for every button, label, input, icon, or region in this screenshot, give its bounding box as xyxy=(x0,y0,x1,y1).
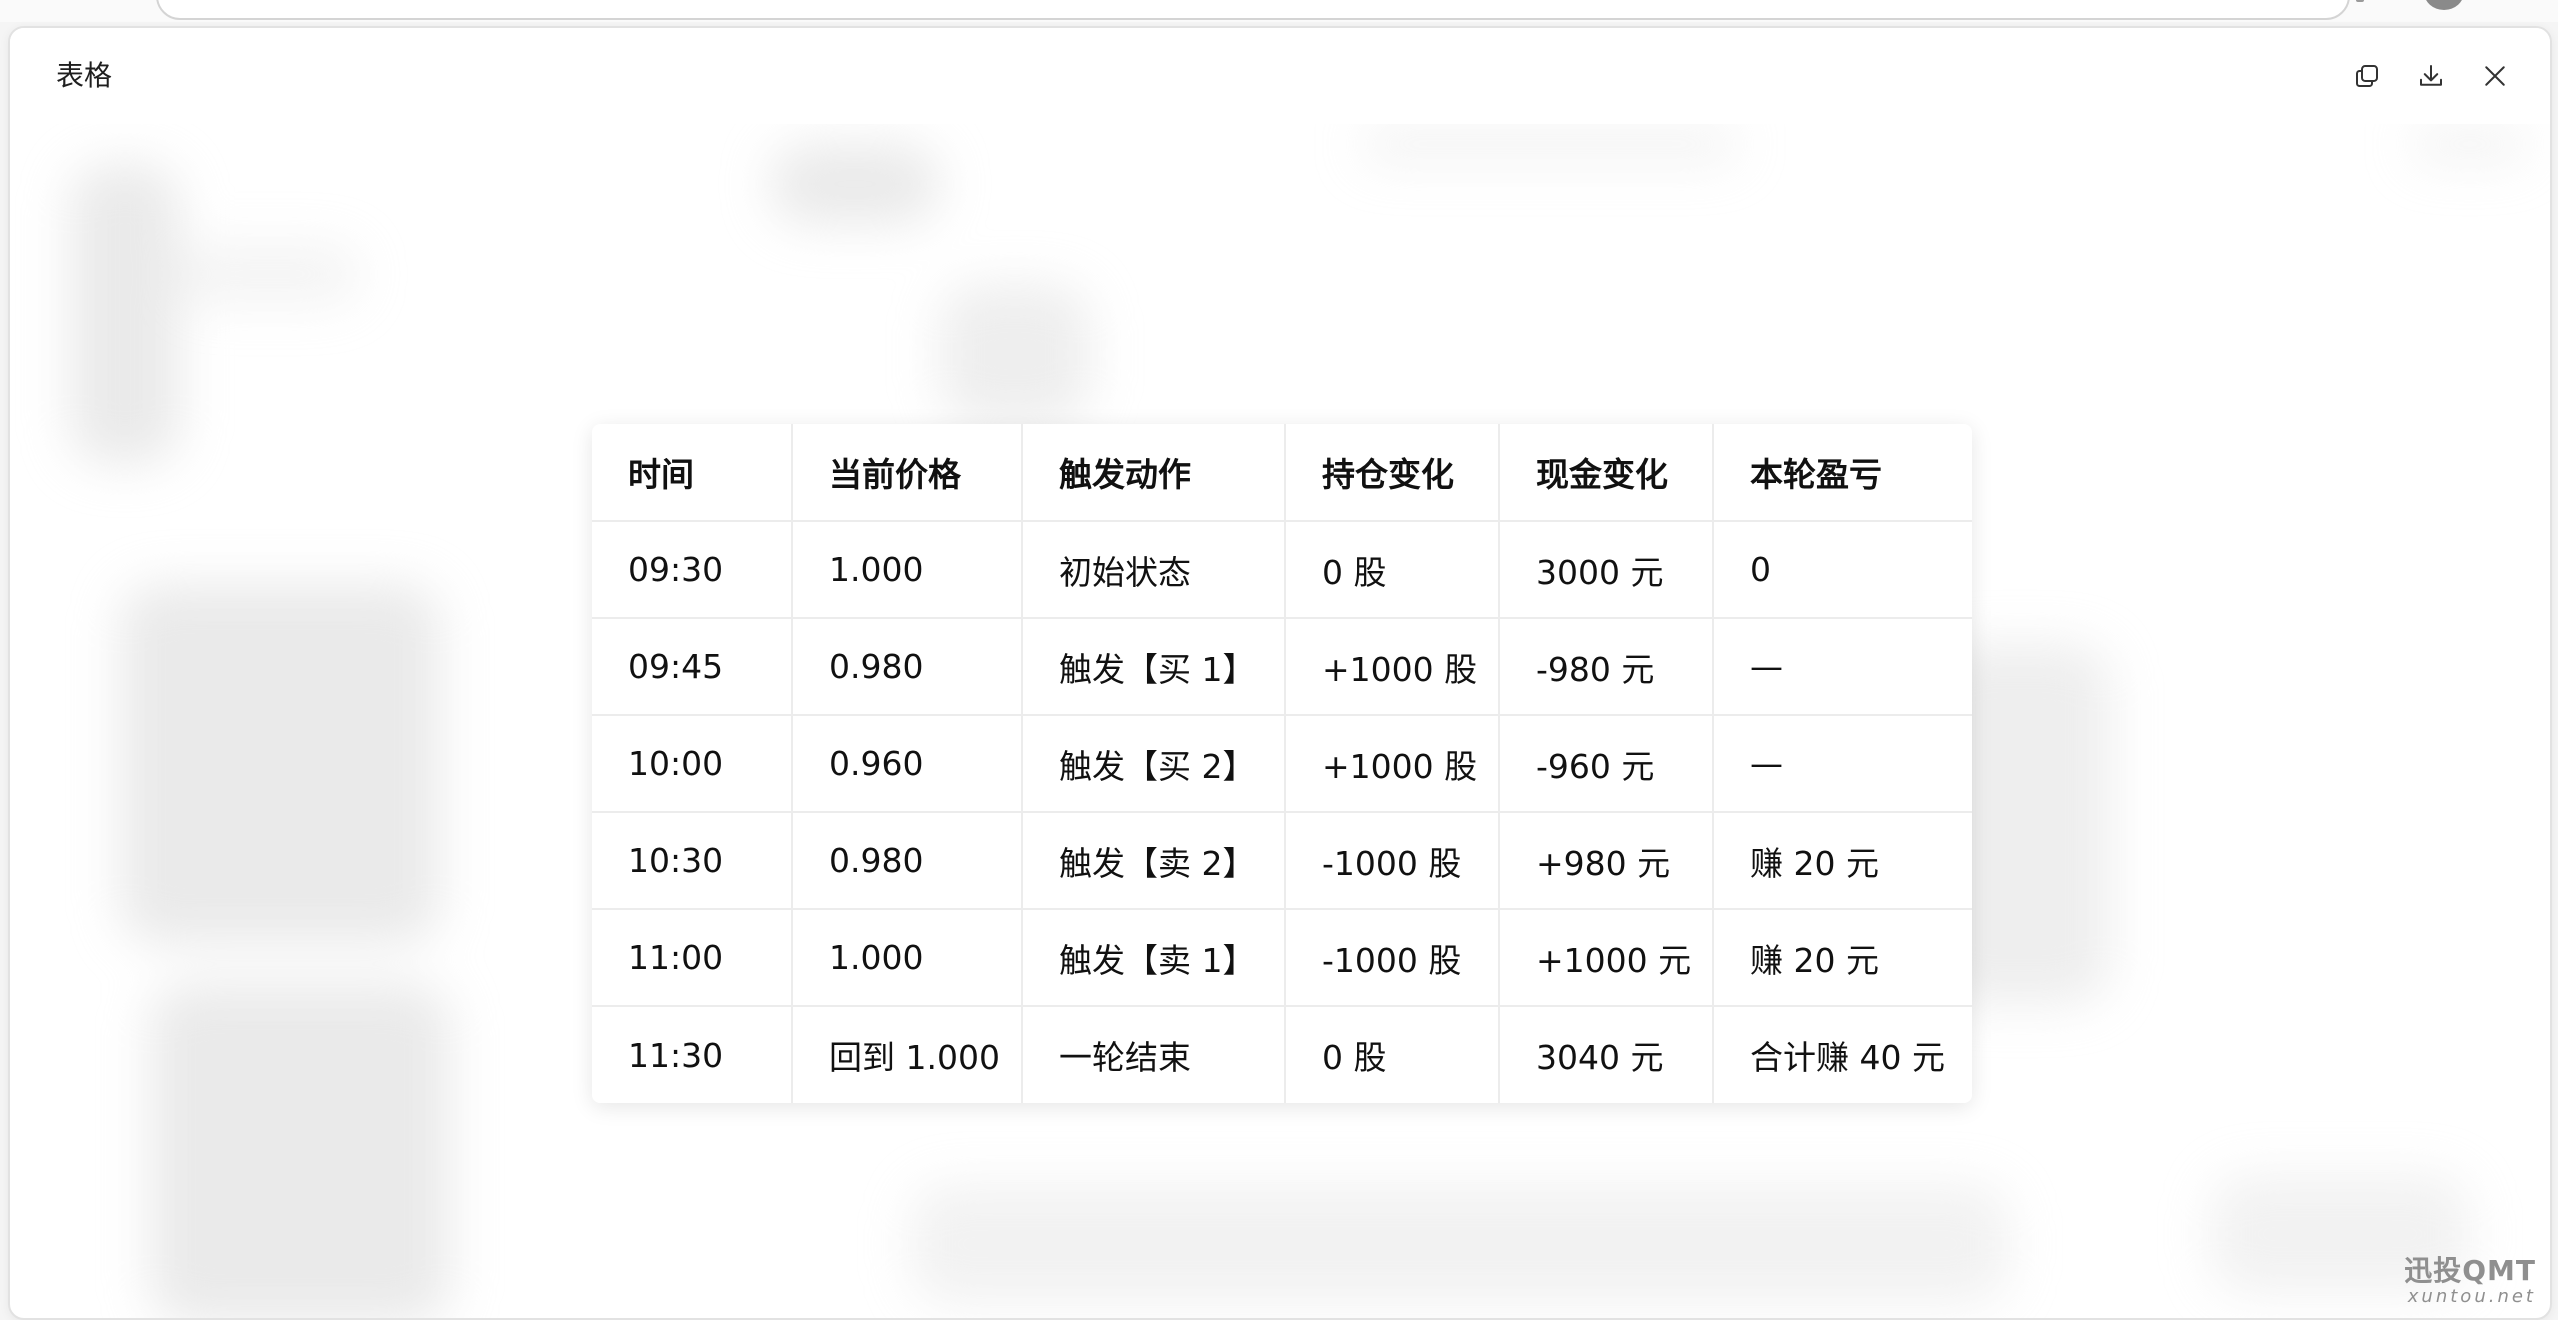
table-cell: 0.960 xyxy=(792,715,1023,813)
column-header-cash: 现金变化 xyxy=(1499,424,1714,522)
dialog-title: 表格 xyxy=(56,59,113,92)
table-cell: — xyxy=(1713,715,1972,813)
table-cell: — xyxy=(1713,618,1972,716)
column-header-time: 时间 xyxy=(592,424,793,522)
table-cell: 1.000 xyxy=(792,909,1023,1007)
table-cell: 触发【买 1】 xyxy=(1022,618,1286,716)
table-cell: -960 元 xyxy=(1499,715,1714,813)
table-cell: 10:30 xyxy=(592,812,793,910)
table-cell: 一轮结束 xyxy=(1022,1006,1286,1103)
table-cell: 09:45 xyxy=(592,618,793,716)
close-icon xyxy=(2485,66,2505,86)
watermark-name: 迅投QMT xyxy=(2404,1254,2536,1287)
table-row: 09:45 0.980 触发【买 1】 +1000 股 -980 元 — xyxy=(592,618,1972,716)
table-cell: 0.980 xyxy=(792,618,1023,716)
watermark-logo: 迅投QMT xuntou.net xyxy=(2404,1256,2536,1308)
table-cell: +980 元 xyxy=(1499,812,1714,910)
table-cell: 3040 元 xyxy=(1499,1006,1714,1103)
column-header-action: 触发动作 xyxy=(1022,424,1286,522)
table-cell: 0 股 xyxy=(1285,1006,1500,1103)
dialog-header: 表格 xyxy=(10,28,2550,124)
table-cell: +1000 股 xyxy=(1285,715,1500,813)
table-row: 10:00 0.960 触发【买 2】 +1000 股 -960 元 — xyxy=(592,715,1972,813)
column-header-pnl: 本轮盈亏 xyxy=(1713,424,1972,522)
table-cell: 合计赚 40 元 xyxy=(1750,1038,1945,1077)
table-row: 11:00 1.000 触发【卖 1】 -1000 股 +1000 元 赚 20… xyxy=(592,909,1972,1007)
table-cell: 初始状态 xyxy=(1022,521,1286,619)
column-header-price: 当前价格 xyxy=(792,424,1023,522)
download-icon xyxy=(2420,65,2442,86)
table-row: 09:30 1.000 初始状态 0 股 3000 元 0 xyxy=(592,521,1972,619)
table-cell: 10:00 xyxy=(592,715,793,813)
table-cell: -980 元 xyxy=(1499,618,1714,716)
table-cell: 1.000 xyxy=(792,521,1023,619)
close-button[interactable] xyxy=(2478,59,2512,93)
browser-toolbar xyxy=(0,0,2558,22)
download-button[interactable] xyxy=(2414,59,2448,93)
table-cell: 0 xyxy=(1713,521,1972,619)
dialog-actions xyxy=(2350,58,2512,94)
table-cell: 09:30 xyxy=(592,521,793,619)
table-cell: -1000 股 xyxy=(1285,909,1500,1007)
dialog-body: 时间 当前价格 触发动作 持仓变化 现金变化 本轮盈亏 09:30 1.000 … xyxy=(10,124,2550,1318)
avatar[interactable] xyxy=(2424,0,2464,10)
copy-icon xyxy=(2356,65,2378,87)
table-cell: 3000 元 xyxy=(1499,521,1714,619)
table-cell: -1000 股 xyxy=(1285,812,1500,910)
table-cell: 回到 1.000 xyxy=(792,1006,1023,1103)
table-cell: +1000 股 xyxy=(1285,618,1500,716)
table-cell: 11:00 xyxy=(592,909,793,1007)
table-cell: 触发【卖 2】 xyxy=(1022,812,1286,910)
table-row: 10:30 0.980 触发【卖 2】 -1000 股 +980 元 赚 20 … xyxy=(592,812,1972,910)
table-row: 11:30 回到 1.000 一轮结束 0 股 3040 元 合计赚 40 元 xyxy=(592,1006,1972,1103)
table-cell: 赚 20 元 xyxy=(1713,812,1972,910)
address-bar[interactable] xyxy=(156,0,2350,20)
table-cell: 触发【买 2】 xyxy=(1022,715,1286,813)
table-preview-dialog: 表格 时间 当前价格 触发动作 持仓变化 现金变化 本轮盈亏 09:30 1.0… xyxy=(8,26,2552,1320)
table-header-row: 时间 当前价格 触发动作 持仓变化 现金变化 本轮盈亏 xyxy=(592,424,1972,522)
watermark-url: xuntou.net xyxy=(2407,1286,2536,1307)
table-cell: 触发【卖 1】 xyxy=(1022,909,1286,1007)
table-cell: 11:30 xyxy=(592,1006,793,1103)
table-cell: 赚 20 元 xyxy=(1713,909,1972,1007)
table-cell: 0 股 xyxy=(1285,521,1500,619)
table-cell: +1000 元 xyxy=(1499,909,1714,1007)
column-header-position: 持仓变化 xyxy=(1285,424,1500,522)
data-table: 时间 当前价格 触发动作 持仓变化 现金变化 本轮盈亏 09:30 1.000 … xyxy=(592,424,1972,1103)
copy-button[interactable] xyxy=(2350,59,2384,93)
table-cell: 0.980 xyxy=(792,812,1023,910)
toolbar-icon[interactable] xyxy=(2356,0,2364,2)
